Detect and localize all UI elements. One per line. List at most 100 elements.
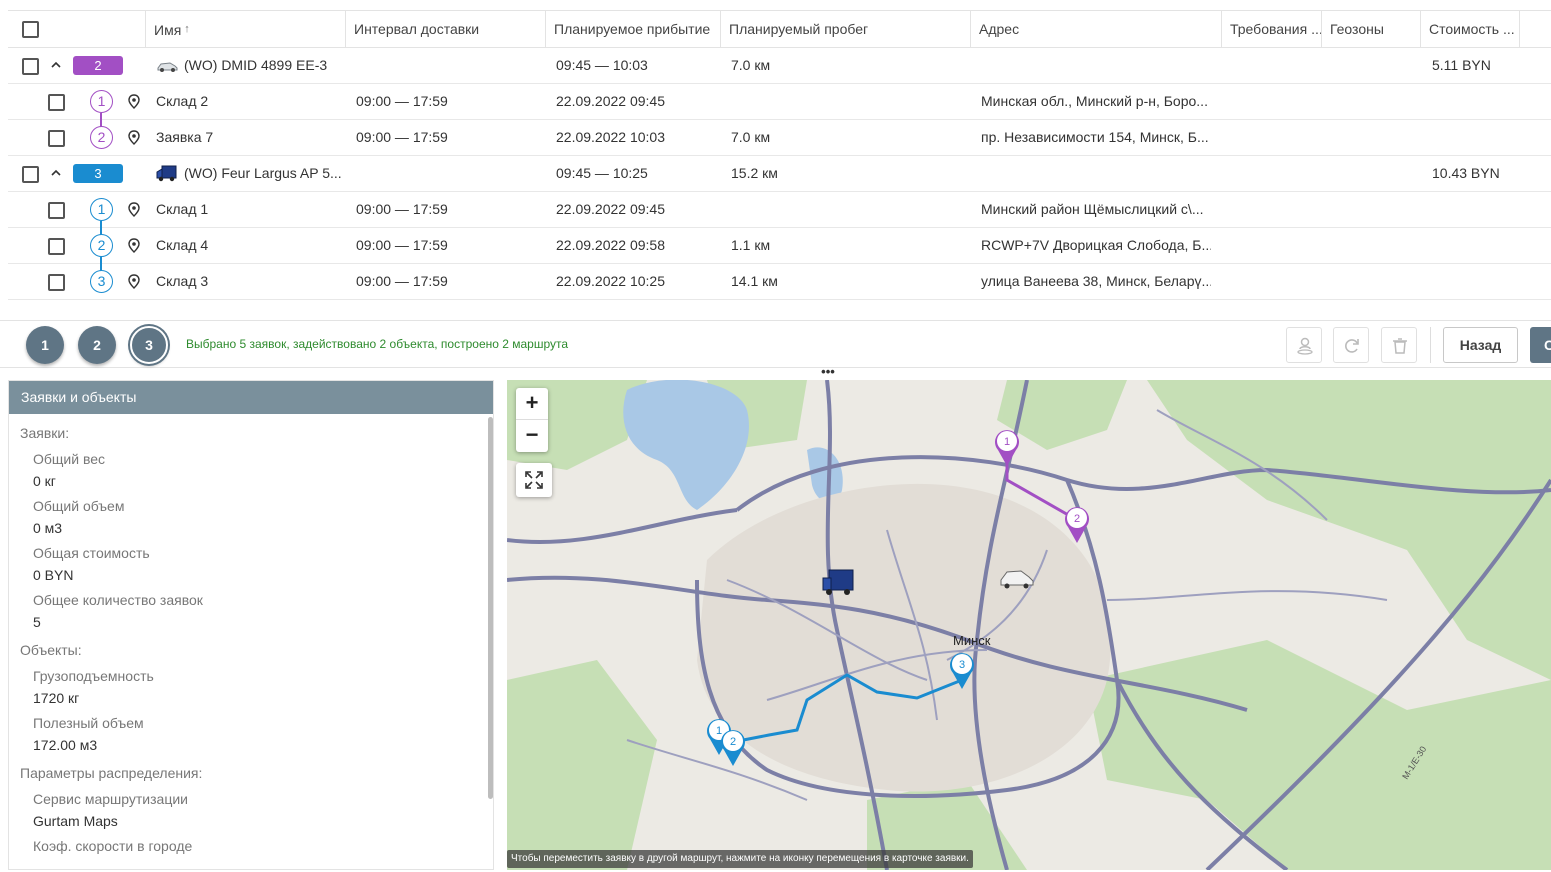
route-number-badge: 2: [73, 56, 123, 75]
stop-row[interactable]: 2 Заявка 7 09:00 — 17:59 22.09.2022 10:0…: [8, 120, 1551, 156]
trash-icon: [1393, 338, 1407, 354]
resize-handle[interactable]: •••: [820, 365, 836, 378]
stop-arrival: 22.09.2022 09:45: [556, 201, 665, 217]
objects-section-label: Объекты:: [20, 642, 82, 658]
col-header-name[interactable]: Имя ↑: [145, 11, 345, 47]
stop-checkbox[interactable]: [48, 94, 65, 111]
stop-order-number: 1: [90, 198, 113, 221]
total-volume-value: 0 м3: [33, 520, 63, 536]
route-arrival: 09:45 — 10:03: [556, 57, 648, 73]
routing-service-value: Gurtam Maps: [33, 813, 118, 829]
assign-driver-button[interactable]: [1286, 327, 1322, 363]
route-map[interactable]: 1 2 1 2 3 М-1/Е-30 Минск + − Чтобы перем…: [507, 380, 1551, 870]
stop-checkbox[interactable]: [48, 274, 65, 291]
delete-button[interactable]: [1381, 327, 1417, 363]
rebuild-route-button[interactable]: [1333, 327, 1369, 363]
stop-row[interactable]: 3 Склад 3 09:00 — 17:59 22.09.2022 10:25…: [8, 264, 1551, 300]
route-filter-button-2[interactable]: 2: [78, 326, 116, 364]
chevron-up-icon[interactable]: [51, 60, 61, 70]
sort-asc-icon: ↑: [184, 23, 190, 35]
map-canvas[interactable]: 1 2 1 2 3 М-1/Е-30: [507, 380, 1551, 870]
route-cost: 10.43 BYN: [1432, 165, 1500, 181]
stop-arrival: 22.09.2022 10:03: [556, 129, 665, 145]
route-vehicle-name: (WO) DMID 4899 EE-3: [184, 57, 328, 73]
location-pin-icon[interactable]: [128, 238, 140, 253]
stop-arrival: 22.09.2022 10:25: [556, 273, 665, 289]
col-header-requirements[interactable]: Требования ...: [1221, 11, 1321, 47]
capacity-value: 1720 кг: [33, 690, 80, 706]
stop-address: улица Ванеева 38, Минск, Беларү...: [981, 273, 1211, 289]
stop-mileage: 7.0 км: [731, 129, 771, 145]
stop-address: Минская обл., Минский р-н, Боро...: [981, 93, 1208, 109]
stop-checkbox[interactable]: [48, 130, 65, 147]
stop-checkbox[interactable]: [48, 238, 65, 255]
person-location-icon: [1297, 337, 1313, 355]
stop-interval: 09:00 — 17:59: [356, 129, 448, 145]
stop-arrival: 22.09.2022 09:58: [556, 237, 665, 253]
stop-interval: 09:00 — 17:59: [356, 93, 448, 109]
stop-address: пр. Независимости 154, Минск, Б...: [981, 129, 1209, 145]
stop-name: Склад 2: [156, 93, 209, 109]
col-header-interval[interactable]: Интервал доставки: [345, 11, 545, 47]
location-pin-icon[interactable]: [128, 274, 140, 289]
stop-name: Заявка 7: [156, 129, 214, 145]
route-filter-button-3[interactable]: 3: [130, 326, 168, 364]
table-header: Имя ↑ Интервал доставки Планируемое прибы…: [8, 11, 1551, 48]
panel-scrollbar[interactable]: [488, 417, 493, 799]
stop-mileage: 1.1 км: [731, 237, 771, 253]
stop-row[interactable]: 1 Склад 2 09:00 — 17:59 22.09.2022 09:45…: [8, 84, 1551, 127]
useful-volume-label: Полезный объем: [33, 715, 144, 731]
stop-checkbox[interactable]: [48, 202, 65, 219]
zoom-in-button[interactable]: +: [516, 388, 548, 420]
col-header-geozones[interactable]: Геозоны: [1321, 11, 1420, 47]
map-hint: Чтобы переместить заявку в другой маршру…: [507, 850, 973, 868]
col-header-mileage[interactable]: Планируемый пробег: [720, 11, 970, 47]
total-weight-value: 0 кг: [33, 473, 56, 489]
expand-icon: [525, 471, 543, 489]
useful-volume-value: 172.00 м3: [33, 737, 98, 753]
route-filter-button-1[interactable]: 1: [26, 326, 64, 364]
toolbar-divider: [1430, 327, 1431, 363]
stop-mileage: 14.1 км: [731, 273, 778, 289]
stop-name: Склад 4: [156, 237, 209, 253]
stop-interval: 09:00 — 17:59: [356, 237, 448, 253]
route-vehicle-name: (WO) Feur Largus AP 5...: [184, 165, 342, 181]
location-pin-icon[interactable]: [128, 94, 140, 109]
map-marker-route2-stop1[interactable]: 1: [995, 430, 1019, 466]
next-button[interactable]: С: [1530, 327, 1551, 363]
route-row[interactable]: 3 (WO) Feur Largus AP 5... 09:45 — 10:25…: [8, 156, 1551, 192]
col-header-arrival[interactable]: Планируемое прибытие: [545, 11, 720, 47]
stop-row[interactable]: 1 Склад 1 09:00 — 17:59 22.09.2022 09:45…: [8, 192, 1551, 235]
stop-row[interactable]: 2 Склад 4 09:00 — 17:59 22.09.2022 09:58…: [8, 228, 1551, 271]
location-pin-icon[interactable]: [128, 202, 140, 217]
total-count-label: Общее количество заявок: [33, 592, 203, 608]
selection-status: Выбрано 5 заявок, задействовано 2 объект…: [186, 337, 569, 351]
chevron-up-icon[interactable]: [51, 168, 61, 178]
panel-body: Заявки: Общий вес 0 кг Общий объем 0 м3 …: [9, 425, 493, 855]
map-city-label: Минск: [953, 633, 991, 648]
fullscreen-button[interactable]: [516, 463, 552, 497]
stop-address: RCWP+7V Дворицкая Слобода, Б...: [981, 237, 1211, 253]
total-cost-value: 0 BYN: [33, 567, 74, 583]
select-all-checkbox[interactable]: [22, 21, 39, 38]
stop-interval: 09:00 — 17:59: [356, 273, 448, 289]
stop-address: Минский район Щёмыслицкий с\...: [981, 201, 1204, 217]
refresh-icon: [1345, 339, 1359, 353]
route-checkbox[interactable]: [22, 166, 39, 183]
params-section-label: Параметры распределения:: [20, 765, 203, 781]
route-row[interactable]: 2 (WO) DMID 4899 EE-3 09:45 — 10:03 7.0 …: [8, 48, 1551, 84]
route-number-badge: 3: [73, 164, 123, 183]
summary-panel: Заявки и объекты Заявки: Общий вес 0 кг …: [8, 380, 494, 870]
location-pin-icon[interactable]: [128, 130, 140, 145]
map-marker-route2-stop2[interactable]: 2: [1065, 507, 1089, 543]
capacity-label: Грузоподъемность: [33, 668, 154, 684]
route-checkbox[interactable]: [22, 58, 39, 75]
back-button[interactable]: Назад: [1443, 327, 1518, 363]
col-header-address[interactable]: Адрес: [970, 11, 1221, 47]
zoom-out-button[interactable]: −: [516, 420, 548, 452]
route-cost: 5.11 BYN: [1432, 57, 1491, 73]
col-header-cost[interactable]: Стоимость ...: [1420, 11, 1520, 47]
route-mileage: 15.2 км: [731, 165, 778, 181]
map-marker-route3-stop2[interactable]: 2: [721, 730, 745, 766]
panel-title: Заявки и объекты: [9, 381, 493, 414]
